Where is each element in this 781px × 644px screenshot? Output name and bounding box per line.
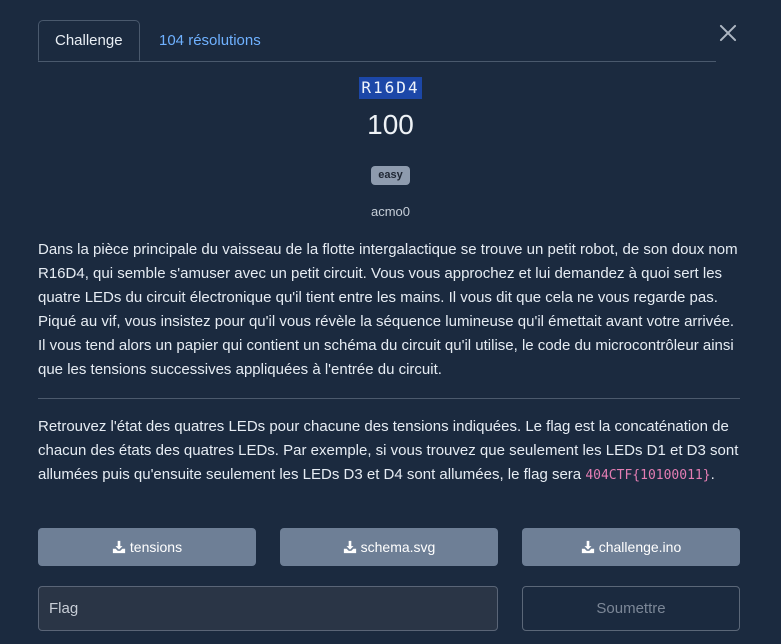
download-icon — [343, 540, 356, 554]
tab-solves[interactable]: 104 résolutions — [143, 20, 277, 61]
download-label: tensions — [129, 539, 183, 555]
divider — [38, 398, 740, 399]
tab-bar: Challenge 104 résolutions — [38, 20, 716, 62]
submit-button[interactable]: Soumettre — [522, 586, 740, 631]
challenge-points: 100 — [367, 109, 414, 140]
challenge-title: R16D4 — [0, 77, 781, 99]
download-label: challenge.ino — [598, 539, 682, 555]
difficulty-badge: easy — [371, 166, 410, 185]
download-challenge-ino-button[interactable]: challenge.ino — [522, 528, 740, 566]
challenge-description: Dans la pièce principale du vaisseau de … — [38, 241, 738, 378]
download-schema-button[interactable]: schema.svg — [280, 528, 498, 566]
instructions-end: . — [710, 466, 715, 483]
download-icon — [112, 540, 126, 554]
challenge-name: R16D4 — [359, 77, 422, 99]
tab-challenge[interactable]: Challenge — [38, 20, 140, 61]
flag-input[interactable] — [38, 586, 498, 631]
challenge-author: acmo0 — [370, 204, 411, 219]
download-tensions-button[interactable]: tensions — [38, 528, 256, 566]
flag-example-code: 404CTF{10100011} — [585, 468, 711, 483]
challenge-instructions: Retrouvez l'état des quatres LEDs pour c… — [38, 415, 748, 488]
download-label: schema.svg — [360, 539, 436, 555]
download-icon — [581, 540, 594, 554]
close-icon[interactable] — [716, 21, 740, 45]
